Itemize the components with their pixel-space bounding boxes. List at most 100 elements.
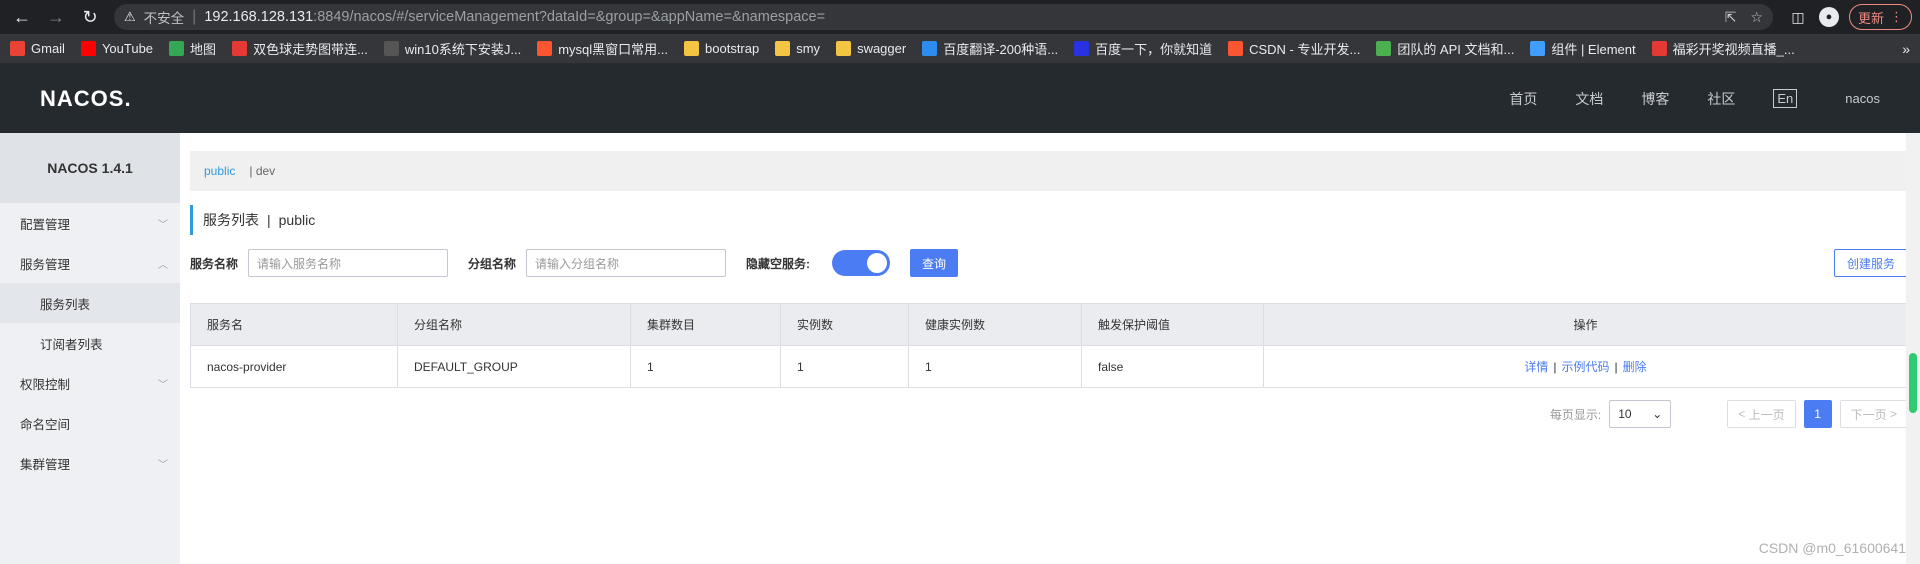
bookmark-item[interactable]: mysql黑窗口常用...: [537, 39, 668, 58]
bookmark-item[interactable]: 福彩开奖视频直播_...: [1651, 39, 1795, 58]
sidebar-item[interactable]: 命名空间: [0, 403, 180, 443]
nav-blog[interactable]: 博客: [1641, 89, 1669, 109]
bookmark-item[interactable]: 双色球走势图带连...: [232, 39, 368, 58]
bookmark-item[interactable]: Gmail: [10, 41, 65, 56]
hide-empty-toggle[interactable]: [832, 250, 891, 276]
query-button[interactable]: 查询: [910, 249, 959, 277]
sidebar-item-label: 权限控制: [20, 377, 71, 392]
browser-toolbar: ← → ↻ ⚠ 不安全 | 192.168.128.131 :8849/naco…: [0, 0, 1920, 34]
maps-icon: [169, 41, 185, 56]
chevron-down-icon: ﹀: [158, 379, 168, 391]
bookmark-label: swagger: [857, 41, 907, 56]
bookmarks-overflow-icon[interactable]: »: [1902, 41, 1910, 57]
profile-avatar-icon[interactable]: ●: [1818, 7, 1839, 27]
bookmarks-bar: Gmail YouTube 地图 双色球走势图带连... win10系统下安装J... m…: [0, 34, 1920, 64]
nav-community[interactable]: 社区: [1707, 89, 1735, 109]
forward-icon[interactable]: →: [42, 3, 70, 31]
bookmark-label: CSDN - 专业开发...: [1249, 42, 1361, 57]
filter-bar: 服务名称 请输入服务名称 分组名称 请输入分组名称 隐藏空服务: 查询 创建服务: [190, 249, 1908, 277]
details-link[interactable]: 详情: [1524, 360, 1548, 374]
sidebar-item[interactable]: 集群管理 ﹀: [0, 443, 180, 483]
cell-cluster-count: 1: [630, 345, 781, 388]
folder-icon: [836, 41, 852, 56]
chevron-down-icon: ﹀: [158, 459, 168, 471]
baidu-icon: [1074, 41, 1090, 56]
bookmark-item[interactable]: swagger: [836, 41, 906, 56]
col-protect-threshold: 触发保护阈值: [1081, 303, 1264, 346]
watermark: CSDN @m0_61600641: [1758, 540, 1906, 556]
bookmark-item[interactable]: CSDN - 专业开发...: [1228, 39, 1360, 58]
table-row: nacos-provider DEFAULT_GROUP 1 1 1 false…: [190, 345, 1908, 388]
youtube-icon: [80, 41, 96, 56]
group-name-input[interactable]: 请输入分组名称: [526, 249, 727, 277]
csdn-icon: [1228, 41, 1244, 56]
col-instance-count: 实例数: [780, 303, 909, 346]
bookmark-item[interactable]: win10系统下安装J...: [383, 39, 521, 58]
sidebar-item[interactable]: 订阅者列表: [0, 323, 180, 363]
address-bar[interactable]: ⚠ 不安全 | 192.168.128.131 :8849/nacos/#/se…: [114, 4, 1773, 30]
namespace-public[interactable]: public: [204, 164, 235, 178]
page-size-label: 每页显示:: [1549, 407, 1602, 422]
win-icon: [383, 41, 399, 56]
sidebar-item[interactable]: 权限控制 ﹀: [0, 363, 180, 403]
bookmark-item[interactable]: 百度翻译-200种语...: [922, 39, 1058, 58]
share-icon[interactable]: ⇱: [1725, 9, 1737, 26]
scrollbar[interactable]: [1906, 133, 1920, 564]
service-name-label: 服务名称: [190, 256, 239, 271]
bookmark-item[interactable]: 团队的 API 文档和...: [1376, 39, 1514, 58]
chevron-down-icon: ﹀: [158, 219, 168, 231]
sidepanel-icon[interactable]: ◫: [1787, 6, 1809, 28]
page-size-select[interactable]: 10 ⌄: [1609, 400, 1672, 428]
language-toggle[interactable]: En: [1773, 89, 1798, 108]
bookmark-item[interactable]: smy: [775, 41, 820, 56]
sample-code-link[interactable]: 示例代码: [1561, 360, 1609, 374]
api-icon: [1376, 41, 1392, 56]
next-page-button[interactable]: 下一页 >: [1839, 400, 1908, 428]
service-table: 服务名 分组名称 集群数目 实例数 健康实例数 触发保护阈值 操作 nacos-…: [190, 303, 1908, 388]
folder-icon: [775, 41, 791, 56]
col-service-name: 服务名: [190, 303, 398, 346]
update-button[interactable]: 更新 ⋮: [1848, 4, 1912, 30]
reload-icon[interactable]: ↻: [76, 3, 104, 31]
sidebar: NACOS 1.4.1 配置管理 ﹀ 服务管理 ︿ 服务列表 订阅者列表 权限控制 ﹀ 命名空间…: [0, 133, 180, 564]
main-content: public | dev 服务列表 | public 服务名称 请输入服务名称 …: [180, 133, 1920, 564]
lottery-icon: [232, 41, 248, 56]
bookmark-item[interactable]: 地图: [169, 39, 216, 58]
prev-page-button[interactable]: < 上一页: [1727, 400, 1796, 428]
chevron-down-icon: ⌄: [1652, 407, 1663, 421]
url-path: :8849/nacos/#/serviceManagement?dataId=&…: [313, 9, 826, 25]
col-group-name: 分组名称: [397, 303, 631, 346]
url-host: 192.168.128.131: [204, 9, 314, 25]
back-icon[interactable]: ←: [8, 3, 36, 31]
bookmark-item[interactable]: YouTube: [80, 41, 153, 56]
cell-protect-threshold: false: [1081, 345, 1264, 388]
delete-link[interactable]: 删除: [1623, 360, 1647, 374]
element-icon: [1530, 41, 1546, 56]
bookmark-label: 地图: [190, 42, 217, 57]
sidebar-item[interactable]: 配置管理 ﹀: [0, 203, 180, 243]
star-icon[interactable]: ☆: [1750, 9, 1763, 26]
service-name-input[interactable]: 请输入服务名称: [248, 249, 449, 277]
nacos-logo[interactable]: NACOS.: [40, 86, 132, 112]
sidebar-item-label: 配置管理: [20, 217, 71, 232]
bookmark-label: 百度翻译-200种语...: [943, 42, 1059, 57]
sidebar-item-label: 服务管理: [20, 257, 71, 272]
bookmark-item[interactable]: bootstrap: [684, 41, 759, 56]
namespace-dev[interactable]: | dev: [249, 164, 275, 178]
create-service-button[interactable]: 创建服务: [1833, 249, 1908, 277]
sidebar-item[interactable]: 服务管理 ︿: [0, 243, 180, 283]
insecure-label: 不安全: [143, 11, 185, 26]
folder-icon: [684, 41, 700, 56]
chevron-left-icon: <: [1738, 407, 1746, 421]
user-menu[interactable]: nacos: [1845, 91, 1880, 106]
nav-home[interactable]: 首页: [1509, 89, 1537, 109]
nav-docs[interactable]: 文档: [1575, 89, 1603, 109]
bookmark-item[interactable]: 百度一下，你就知道: [1074, 39, 1212, 58]
lottery-live-icon: [1651, 41, 1667, 56]
pagination: 每页显示: 10 ⌄ < 上一页 1 下一页 >: [190, 400, 1908, 428]
cell-service-name: nacos-provider: [190, 345, 398, 388]
hide-empty-label: 隐藏空服务:: [746, 256, 811, 271]
page-number-button[interactable]: 1: [1803, 400, 1832, 428]
bookmark-item[interactable]: 组件 | Element: [1530, 39, 1636, 58]
sidebar-item[interactable]: 服务列表: [0, 283, 180, 323]
